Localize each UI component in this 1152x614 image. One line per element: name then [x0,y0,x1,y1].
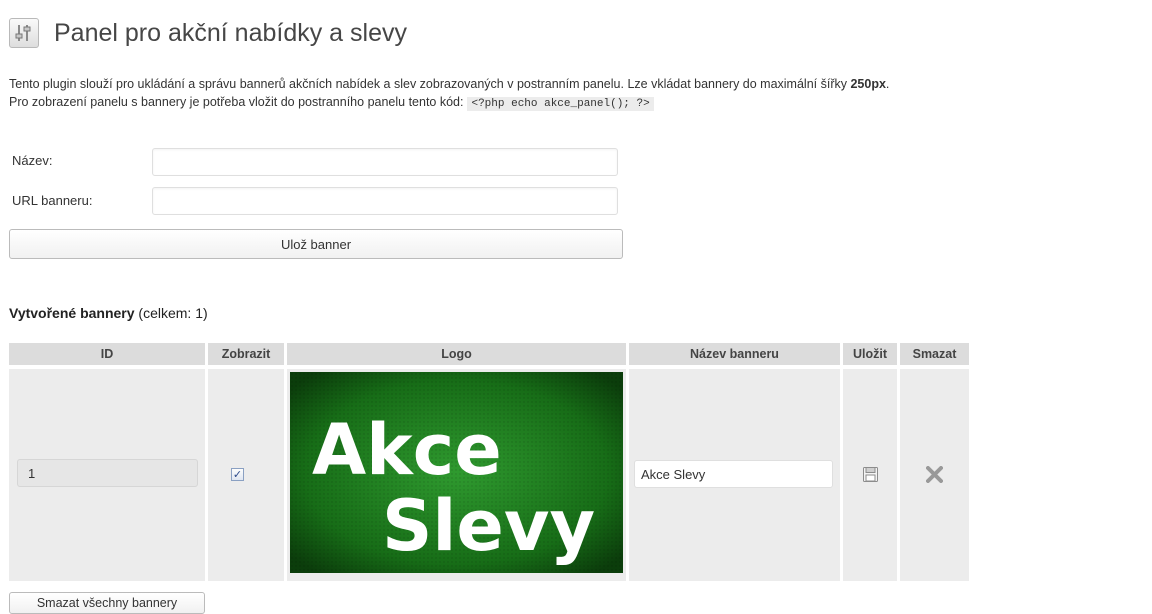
logo-text-line-1: Akce [312,409,502,491]
page-title: Panel pro akční nabídky a slevy [54,18,407,47]
logo-text-line-2: Slevy [382,485,595,567]
page-header: Panel pro akční nabídky a slevy [9,15,407,51]
name-label: Název: [12,153,53,168]
description-text-2: Pro zobrazení panelu s bannery je potřeb… [9,95,464,109]
description-end: . [885,77,890,91]
save-banner-button[interactable]: Ulož banner [9,229,623,259]
column-header-name: Název banneru [629,343,840,365]
banners-title: Vytvořené bannery [9,305,135,321]
url-label: URL banneru: [12,193,93,208]
cell-id: 1 [9,369,205,581]
banners-section-title: Vytvořené bannery (celkem: 1) [9,305,208,321]
column-header-save: Uložit [843,343,897,365]
column-header-show: Zobrazit [208,343,284,365]
cell-delete [900,369,969,581]
banners-count: (celkem: 1) [138,305,208,321]
column-header-delete: Smazat [900,343,969,365]
banner-name-field[interactable]: Akce Slevy [634,460,833,488]
floppy-disk-icon[interactable] [863,467,878,482]
description-text: Tento plugin slouží pro ukládání a správ… [9,77,851,91]
delete-all-banners-button[interactable]: Smazat všechny bannery [9,592,205,614]
settings-sliders-icon [9,18,39,48]
description-line-2: Pro zobrazení panelu s bannery je potřeb… [9,93,889,113]
code-snippet: <?php echo akce_panel(); ?> [467,97,654,111]
cell-logo: Akce Slevy [287,369,626,581]
cell-show: ✓ [208,369,284,581]
cell-save [843,369,897,581]
url-input[interactable] [152,187,618,215]
max-width-value: 250px [850,77,886,91]
column-header-logo: Logo [287,343,626,365]
show-checkbox[interactable]: ✓ [231,468,244,481]
plugin-description: Tento plugin slouží pro ukládání a správ… [9,75,889,113]
cell-name: Akce Slevy [629,369,840,581]
description-line-1: Tento plugin slouží pro ukládání a správ… [9,75,889,93]
close-x-icon[interactable] [926,466,943,483]
name-input[interactable] [152,148,618,176]
banner-logo-image: Akce Slevy [290,372,623,573]
column-header-id: ID [9,343,205,365]
checkmark-icon: ✓ [232,469,243,481]
id-field[interactable]: 1 [17,459,198,487]
